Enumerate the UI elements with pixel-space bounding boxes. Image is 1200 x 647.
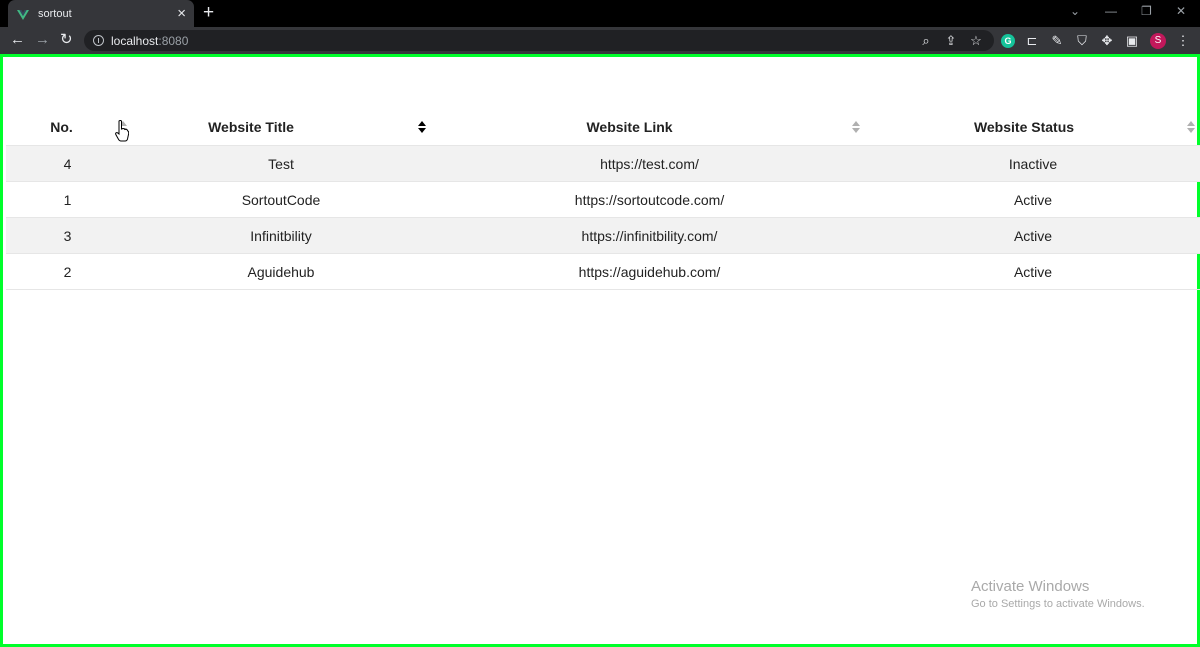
header-status[interactable]: Website Status [866,109,1200,146]
zoom-icon[interactable]: ⌕ [918,33,934,49]
table-row: 3 Infinitbility https://infinitbility.co… [6,217,1200,254]
cell-no: 1 [6,181,129,218]
sort-active-icon[interactable] [417,120,427,134]
websites-table: No. Website Title Website Link Website S… [6,109,1200,290]
cell-no: 4 [6,145,129,182]
extension-icon[interactable]: ⊏ [1024,33,1040,49]
cell-title: SortoutCode [129,181,433,218]
table-header-row: No. Website Title Website Link Website S… [6,109,1200,146]
tab-title: sortout [38,7,72,20]
watermark-subtitle: Go to Settings to activate Windows. [971,598,1145,610]
new-tab-button[interactable]: + [203,3,214,23]
cell-title: Aguidehub [129,253,433,290]
reload-icon[interactable]: ↻ [60,31,73,49]
close-tab-icon[interactable]: × [177,6,186,21]
pen-icon[interactable]: ✎ [1049,33,1065,49]
table-row: 1 SortoutCode https://sortoutcode.com/ A… [6,181,1200,218]
header-no-label: No. [50,119,73,135]
header-status-label: Website Status [973,119,1075,135]
hand-cursor-icon [115,120,129,142]
header-title-label: Website Title [208,119,294,135]
activate-windows-watermark: Activate Windows Go to Settings to activ… [971,578,1145,610]
cell-status: Active [866,217,1200,254]
header-link-label: Website Link [586,119,673,135]
cell-status: Inactive [866,145,1200,182]
menu-icon[interactable]: ⋮ [1175,33,1191,49]
cell-link: https://test.com/ [433,145,866,182]
sort-icon[interactable] [1186,120,1196,134]
table-row: 4 Test https://test.com/ Inactive [6,145,1200,182]
table-row: 2 Aguidehub https://aguidehub.com/ Activ… [6,253,1200,290]
sidepanel-icon[interactable]: ▣ [1124,33,1140,49]
cell-link: https://sortoutcode.com/ [433,181,866,218]
cell-title: Test [129,145,433,182]
puzzle-icon[interactable]: ✥ [1099,33,1115,49]
minimize-icon[interactable]: — [1105,4,1117,18]
address-bar[interactable]: localhost:8080 [84,30,994,51]
cell-status: Active [866,253,1200,290]
header-link[interactable]: Website Link [433,109,866,146]
cell-link: https://infinitbility.com/ [433,217,866,254]
header-no[interactable]: No. [6,109,129,146]
cell-title: Infinitbility [129,217,433,254]
grammarly-icon[interactable]: G [1001,34,1015,48]
cell-no: 2 [6,253,129,290]
share-icon[interactable]: ⇪ [943,33,959,49]
tab-search-icon[interactable]: ⌄ [1070,4,1080,18]
forward-icon[interactable]: → [35,31,50,49]
cell-no: 3 [6,217,129,254]
tab-bar: sortout × + ⌄ — ❐ ✕ [0,0,1200,27]
browser-tab[interactable]: sortout × [8,0,194,27]
page-viewport: No. Website Title Website Link Website S… [0,54,1200,647]
vue-logo-icon [17,8,29,20]
sort-icon[interactable] [851,120,861,134]
bookmark-star-icon[interactable]: ☆ [968,33,984,49]
restore-icon[interactable]: ❐ [1141,4,1152,18]
avatar[interactable]: S [1150,33,1166,49]
shield-icon[interactable]: ⛉ [1074,33,1090,49]
watermark-title: Activate Windows [971,578,1090,595]
close-window-icon[interactable]: ✕ [1176,4,1186,18]
url-text[interactable]: localhost:8080 [111,34,188,48]
site-info-icon[interactable] [93,35,104,46]
back-icon[interactable]: ← [10,31,25,49]
cell-link: https://aguidehub.com/ [433,253,866,290]
cell-status: Active [866,181,1200,218]
header-title[interactable]: Website Title [129,109,433,146]
